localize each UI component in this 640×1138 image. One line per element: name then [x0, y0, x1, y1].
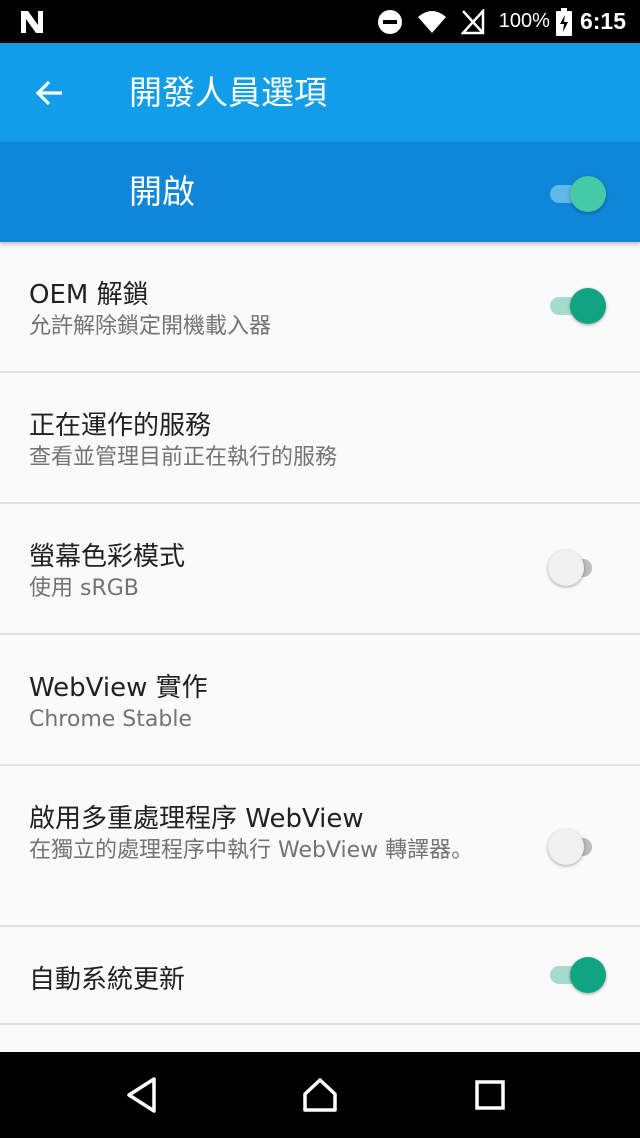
status-icons: 100% 6:15 — [363, 0, 626, 43]
navigation-bar — [0, 1052, 640, 1138]
page-title: 開發人員選項 — [129, 73, 327, 112]
setting-auto-system-update[interactable]: 自動系統更新 — [0, 927, 640, 1025]
setting-title: 螢幕色彩模式 — [29, 542, 186, 572]
arrow-left-icon — [35, 80, 62, 106]
color-mode-toggle[interactable] — [548, 548, 608, 588]
home-icon — [303, 1078, 337, 1112]
triangle-back-icon — [127, 1077, 156, 1113]
switch-thumb — [570, 288, 606, 324]
setting-title: 啟用多重處理程序 WebView — [29, 804, 364, 834]
square-recents-icon — [475, 1080, 505, 1110]
back-button[interactable] — [22, 67, 78, 119]
screen: 100% 6:15 開發人員選項 開啟 OEM 解鎖 允許解除鎖定開機載入器 正… — [0, 0, 640, 1138]
status-time: 6:15 — [579, 8, 626, 34]
setting-title: 自動系統更新 — [29, 965, 186, 995]
setting-running-services[interactable]: 正在運作的服務 查看並管理目前正在執行的服務 — [0, 373, 640, 504]
setting-title: 正在運作的服務 — [29, 411, 212, 441]
setting-summary: 在獨立的處理程序中執行 WebView 轉譯器。 — [29, 838, 474, 863]
battery-charging-icon — [555, 7, 572, 36]
nav-back-button[interactable] — [119, 1072, 165, 1118]
master-toggle-switch[interactable] — [548, 174, 608, 214]
nav-recents-button[interactable] — [467, 1072, 513, 1118]
setting-summary: 允許解除鎖定開機載入器 — [29, 314, 272, 339]
setting-webview-implementation[interactable]: WebView 實作 Chrome Stable — [0, 635, 640, 766]
notification-n-icon — [18, 8, 46, 36]
master-switch-label: 開啟 — [129, 172, 195, 211]
setting-title: OEM 解鎖 — [29, 280, 149, 310]
settings-list: OEM 解鎖 允許解除鎖定開機載入器 正在運作的服務 查看並管理目前正在執行的服… — [0, 242, 640, 1025]
no-signal-icon — [460, 8, 485, 35]
wifi-icon — [417, 9, 447, 35]
master-switch-bar[interactable]: 開啟 — [0, 142, 640, 242]
battery-percent: 100% — [498, 10, 550, 32]
setting-summary: Chrome Stable — [29, 707, 192, 732]
do-not-disturb-icon — [377, 9, 403, 35]
nav-home-button[interactable] — [297, 1072, 343, 1118]
switch-thumb — [548, 829, 584, 865]
auto-system-update-toggle[interactable] — [548, 955, 608, 995]
app-bar: 開發人員選項 — [0, 43, 640, 142]
setting-color-mode[interactable]: 螢幕色彩模式 使用 sRGB — [0, 504, 640, 635]
setting-title: WebView 實作 — [29, 673, 208, 703]
switch-thumb — [548, 550, 584, 586]
setting-summary: 使用 sRGB — [29, 576, 139, 601]
setting-multiprocess-webview[interactable]: 啟用多重處理程序 WebView 在獨立的處理程序中執行 WebView 轉譯器… — [0, 766, 640, 927]
multiprocess-webview-toggle[interactable] — [548, 827, 608, 867]
setting-summary: 查看並管理目前正在執行的服務 — [29, 445, 338, 470]
switch-thumb — [570, 176, 606, 212]
status-bar: 100% 6:15 — [0, 0, 640, 43]
switch-thumb — [570, 957, 606, 993]
oem-unlock-toggle[interactable] — [548, 286, 608, 326]
setting-oem-unlock[interactable]: OEM 解鎖 允許解除鎖定開機載入器 — [0, 242, 640, 373]
